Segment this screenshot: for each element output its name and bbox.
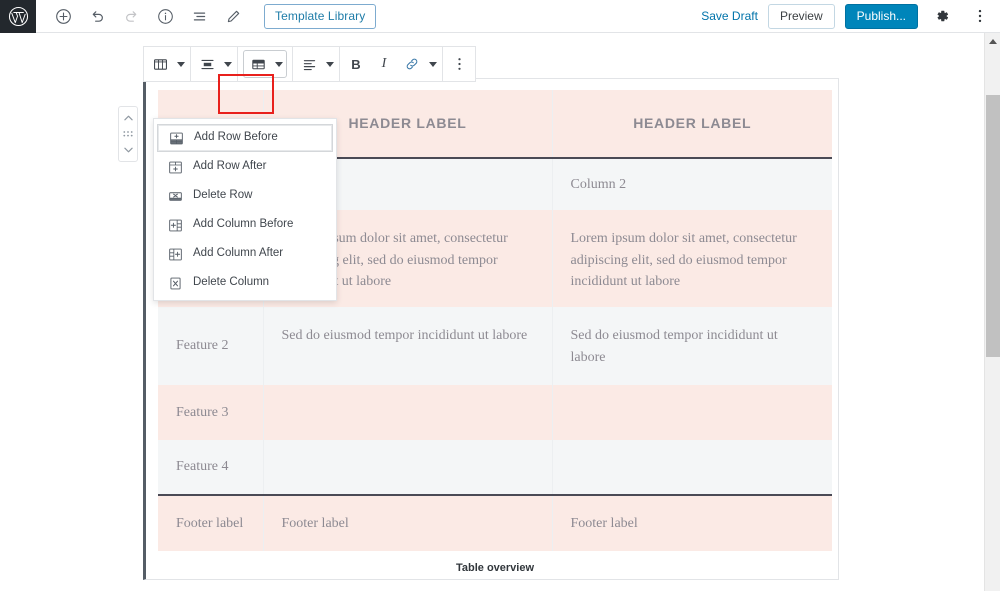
- template-library-button[interactable]: Template Library: [264, 3, 377, 29]
- menu-item-delete-row[interactable]: Delete Row: [157, 182, 333, 210]
- table-footer-row: Footer label Footer label Footer label: [158, 494, 832, 552]
- menu-item-delete-column[interactable]: Delete Column: [157, 269, 333, 297]
- menu-item-label: Delete Column: [193, 276, 270, 289]
- more-options-icon[interactable]: [966, 1, 994, 31]
- inline-format-group: B I: [340, 47, 443, 81]
- table-footer-cell[interactable]: Footer label: [263, 494, 553, 552]
- vertical-align-chevron-down-icon[interactable]: [221, 47, 235, 81]
- top-bar-actions: Save Draft Preview Publish...: [701, 1, 1000, 31]
- table-cell[interactable]: Lorem ipsum dolor sit amet, consectetur …: [552, 210, 832, 307]
- gear-icon[interactable]: [928, 1, 956, 31]
- scrollbar-thumb[interactable]: [986, 95, 1000, 357]
- table-cell[interactable]: Feature 2: [158, 307, 264, 386]
- scroll-up-chevron-up-icon[interactable]: [985, 33, 1000, 50]
- table-cell[interactable]: Sed do eiusmod tempor incididunt ut labo…: [263, 307, 553, 386]
- editor-top-bar: Template Library Save Draft Preview Publ…: [0, 0, 1000, 33]
- table-row: Feature 3: [158, 385, 832, 441]
- table-cell[interactable]: Feature 3: [158, 385, 264, 441]
- wordpress-logo-icon[interactable]: [0, 0, 36, 33]
- block-type-button[interactable]: [146, 47, 174, 81]
- link-button[interactable]: [398, 47, 426, 81]
- edit-table-group: [238, 47, 293, 81]
- save-draft-button[interactable]: Save Draft: [701, 9, 758, 23]
- block-toolbar: B I: [143, 46, 476, 82]
- menu-item-label: Delete Row: [193, 189, 253, 202]
- table-row: Feature 4: [158, 440, 832, 496]
- menu-item-label: Add Column After: [193, 247, 284, 260]
- move-up-chevron-up-icon[interactable]: [119, 110, 137, 126]
- table-cell[interactable]: Sed do eiusmod tempor incididunt ut labo…: [552, 307, 832, 385]
- content-info-button[interactable]: [148, 0, 182, 33]
- table-row: Feature 2 Sed do eiusmod tempor incididu…: [158, 307, 832, 386]
- add-column-after-icon: [167, 246, 183, 262]
- table-cell[interactable]: [552, 440, 832, 495]
- bold-button[interactable]: B: [342, 47, 370, 81]
- drag-handle-dots-icon[interactable]: [119, 127, 137, 141]
- add-column-before-icon: [167, 217, 183, 233]
- table-footer-cell[interactable]: Footer label: [552, 494, 832, 552]
- menu-item-add-row-after[interactable]: Add Row After: [157, 153, 333, 181]
- link-chevron-down-icon[interactable]: [426, 47, 440, 81]
- add-row-after-icon: [167, 159, 183, 175]
- edit-table-chevron-down-icon[interactable]: [272, 51, 286, 77]
- italic-button[interactable]: I: [370, 47, 398, 81]
- text-align-button[interactable]: [295, 47, 323, 81]
- table-foot: Footer label Footer label Footer label: [158, 494, 832, 552]
- block-type-group: [144, 47, 191, 81]
- block-type-chevron-down-icon[interactable]: [174, 47, 188, 81]
- table-footer-cell[interactable]: Footer label: [158, 494, 264, 552]
- block-mover-controls: [118, 106, 138, 162]
- edit-table-button-active[interactable]: [243, 50, 287, 78]
- edit-table-icon[interactable]: [244, 51, 272, 77]
- edit-table-dropdown-menu: Add Row Before Add Row After Delete Row …: [153, 118, 337, 301]
- redo-button[interactable]: [114, 0, 148, 33]
- table-header-cell[interactable]: HEADER LABEL: [552, 90, 832, 159]
- table-cell[interactable]: Column 2: [552, 158, 832, 210]
- table-cell[interactable]: [263, 385, 553, 441]
- top-bar-tools: Template Library: [36, 0, 377, 33]
- scrollbar-track[interactable]: [985, 50, 1000, 95]
- delete-row-icon: [167, 188, 183, 204]
- add-block-button[interactable]: [46, 0, 80, 33]
- menu-item-label: Add Column Before: [193, 218, 294, 231]
- block-navigation-button[interactable]: [182, 0, 216, 33]
- table-cell[interactable]: [552, 385, 832, 440]
- vertical-align-group: [191, 47, 238, 81]
- text-align-chevron-down-icon[interactable]: [323, 47, 337, 81]
- publish-button[interactable]: Publish...: [844, 3, 918, 29]
- menu-item-add-column-after[interactable]: Add Column After: [157, 240, 333, 268]
- undo-button[interactable]: [80, 0, 114, 33]
- vertical-scrollbar[interactable]: [984, 33, 1000, 591]
- more-options-group: [443, 47, 475, 81]
- delete-column-icon: [167, 275, 183, 291]
- menu-item-label: Add Row After: [193, 160, 267, 173]
- preview-button[interactable]: Preview: [767, 3, 835, 29]
- add-row-before-icon: [168, 130, 184, 146]
- vertical-align-button[interactable]: [193, 47, 221, 81]
- table-cell[interactable]: Feature 4: [158, 440, 264, 496]
- text-align-group: [293, 47, 340, 81]
- table-caption[interactable]: Table overview: [158, 551, 832, 574]
- edit-mode-button[interactable]: [216, 0, 250, 33]
- menu-item-add-row-before[interactable]: Add Row Before: [157, 124, 333, 152]
- block-more-options-button[interactable]: [445, 47, 473, 81]
- menu-item-label: Add Row Before: [194, 131, 278, 144]
- table-cell[interactable]: [263, 440, 553, 496]
- editor-canvas: B I HEADER LABEL HEADER LABEL Column 2 i…: [0, 33, 984, 591]
- menu-item-add-column-before[interactable]: Add Column Before: [157, 211, 333, 239]
- move-down-chevron-down-icon[interactable]: [119, 142, 137, 158]
